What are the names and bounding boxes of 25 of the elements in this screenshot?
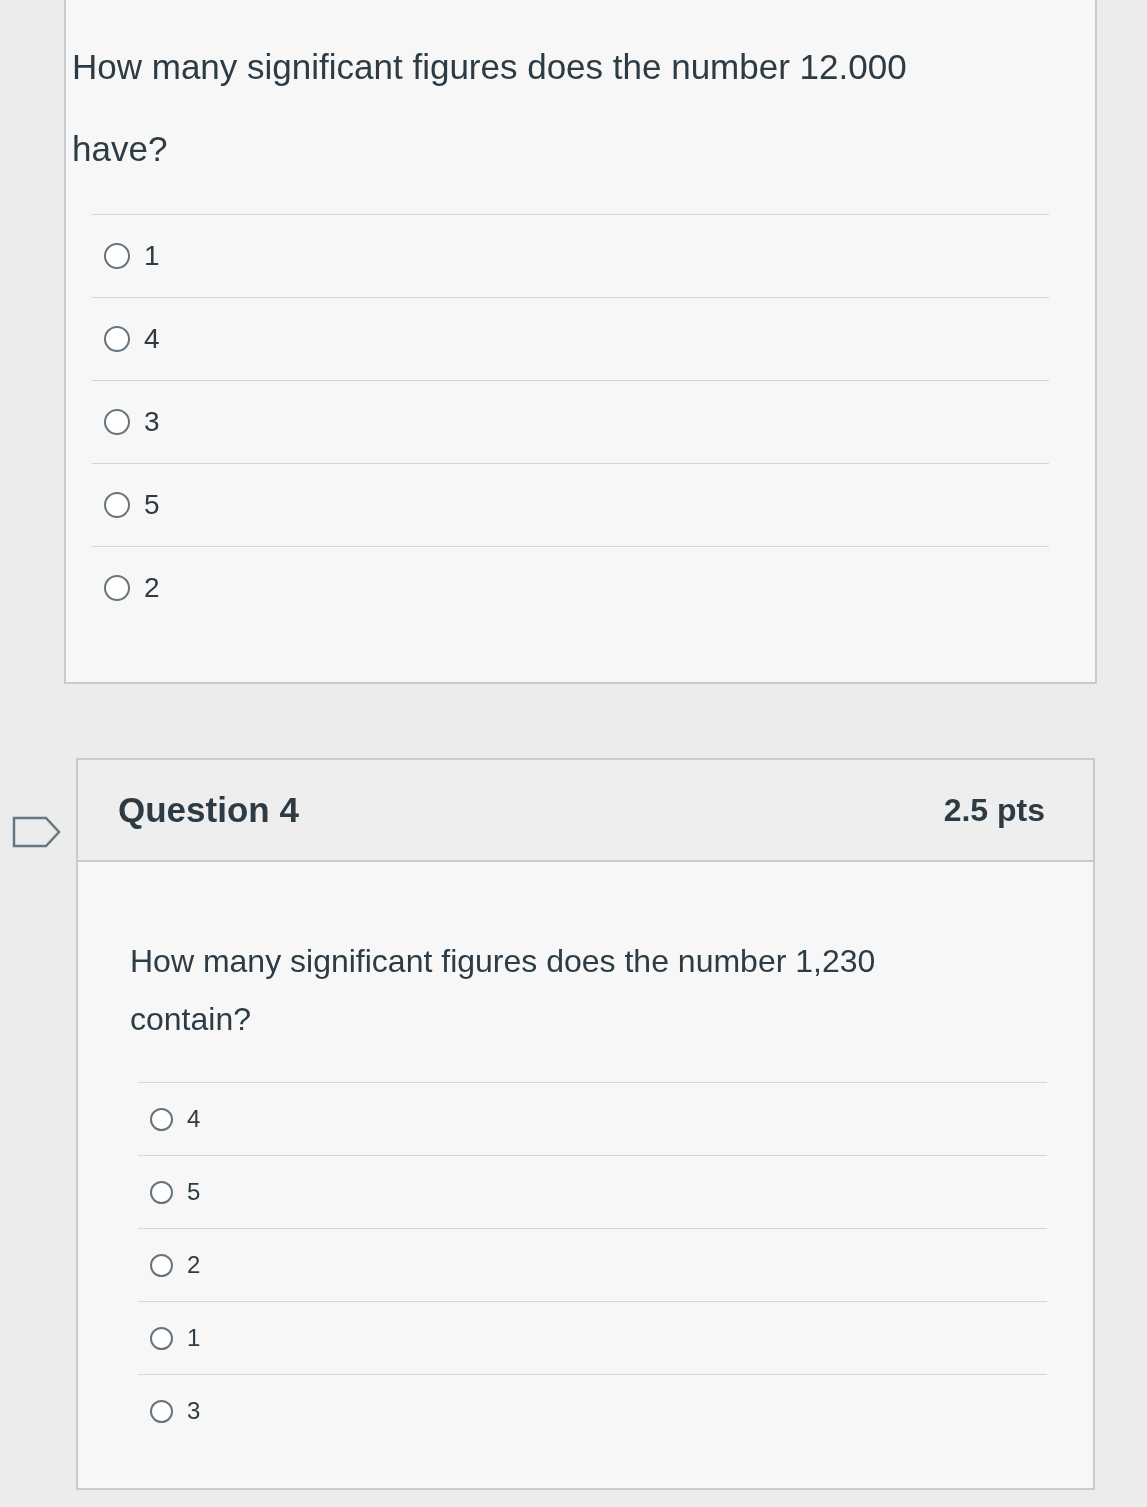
answer-label[interactable]: 4	[144, 323, 160, 355]
answer-label[interactable]: 1	[144, 240, 160, 272]
answer-label[interactable]: 3	[144, 406, 160, 438]
radio-button[interactable]	[104, 409, 130, 435]
radio-button[interactable]	[150, 1107, 173, 1131]
radio-button[interactable]	[150, 1180, 173, 1204]
radio-button[interactable]	[150, 1399, 173, 1423]
flag-icon[interactable]	[12, 816, 62, 848]
answer-label[interactable]: 3	[187, 1397, 201, 1425]
answer-label[interactable]: 5	[187, 1178, 201, 1206]
answer-label[interactable]: 2	[187, 1251, 201, 1279]
radio-button[interactable]	[104, 492, 130, 518]
radio-button[interactable]	[150, 1253, 173, 1277]
radio-button[interactable]	[104, 575, 130, 601]
answer-label[interactable]: 4	[187, 1105, 201, 1133]
points-text: 2.5 pts	[943, 791, 1045, 829]
question-text: How many significant figures does the number 1,230 contain?	[130, 942, 877, 1039]
radio-button[interactable]	[104, 326, 130, 352]
answer-label[interactable]: 2	[144, 572, 160, 604]
radio-button[interactable]	[150, 1326, 173, 1350]
answer-label[interactable]: 1	[187, 1324, 201, 1352]
question-title: Question 4	[118, 790, 299, 830]
answer-label[interactable]: 5	[144, 489, 160, 521]
radio-button[interactable]	[104, 243, 130, 269]
question-text: How many significant figures does the number 12.000 have?	[72, 46, 908, 170]
